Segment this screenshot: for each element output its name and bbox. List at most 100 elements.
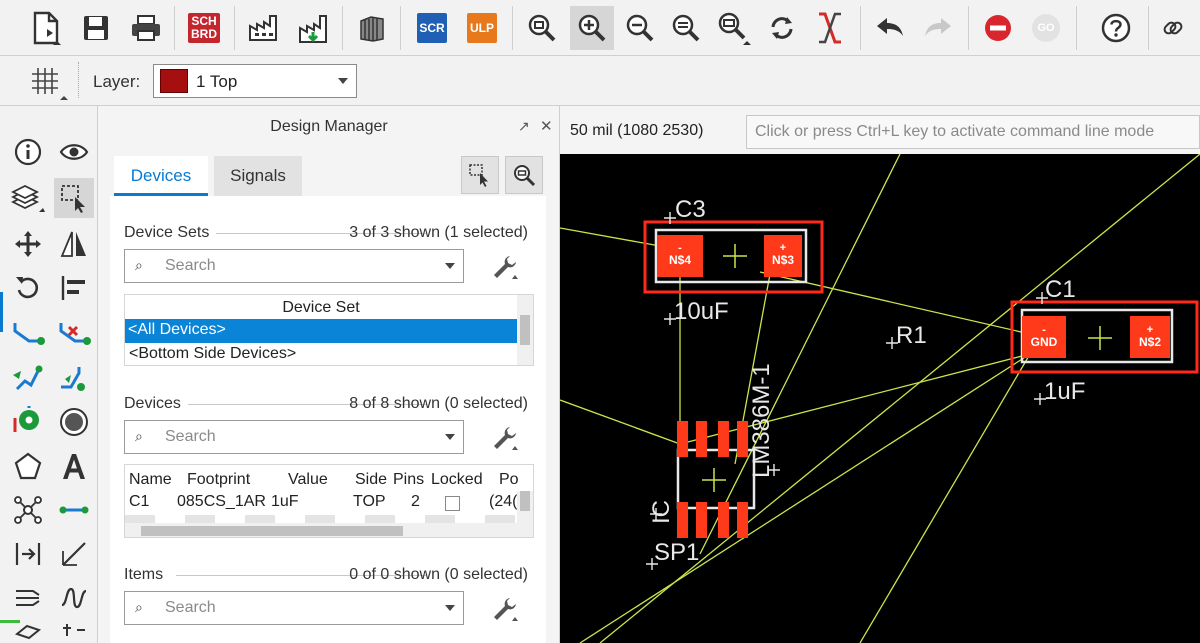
devices-search-input[interactable]: ⌕ Search	[124, 420, 464, 454]
column-footprint[interactable]: Footprint	[187, 471, 250, 489]
ic-outline	[676, 448, 756, 510]
tab-devices-label: Devices	[130, 166, 192, 185]
undock-icon[interactable]: ↗	[518, 118, 530, 135]
layer-color-swatch	[160, 69, 188, 93]
board-canvas[interactable]: C3 10uF - N$4 + N$3 C1 1uF - GND + N$2 R…	[560, 154, 1200, 643]
zoom-previous-icon[interactable]	[664, 6, 708, 50]
zoom-out-icon[interactable]	[618, 6, 662, 50]
fanout-icon[interactable]	[54, 358, 94, 398]
rotate-icon[interactable]	[8, 268, 48, 308]
redraw-icon[interactable]	[760, 6, 804, 50]
airwires	[560, 154, 1200, 643]
pad-net: GND	[1030, 335, 1058, 349]
undo-icon[interactable]	[868, 6, 912, 50]
column-name[interactable]: Name	[129, 471, 172, 489]
ratsnest-icon[interactable]	[808, 6, 852, 50]
library-icon[interactable]	[350, 6, 394, 50]
net-icon[interactable]	[8, 490, 48, 530]
link-icon[interactable]	[1162, 6, 1200, 50]
column-value[interactable]: Value	[288, 471, 328, 489]
column-side[interactable]: Side	[355, 471, 387, 489]
help-icon[interactable]	[1094, 6, 1138, 50]
select-in-canvas-button[interactable]	[461, 156, 499, 194]
c1-pad-left-label: - GND	[1022, 324, 1066, 348]
device-set-row-label: <All Devices>	[128, 321, 226, 338]
group-select-icon[interactable]	[54, 178, 94, 218]
column-position[interactable]: Po	[499, 471, 519, 489]
devices-table: Name Footprint Value Side Pins Locked Po…	[124, 464, 534, 538]
zoom-to-selection-button[interactable]	[505, 156, 543, 194]
stop-icon[interactable]	[976, 6, 1020, 50]
device-set-row-bottom[interactable]: <Bottom Side Devices>	[125, 343, 517, 365]
hole-icon[interactable]	[54, 402, 94, 442]
device-set-column-header[interactable]: Device Set	[125, 295, 517, 319]
sch-brd-switch-button[interactable]: SCH BRD	[182, 6, 226, 50]
cell-position: (24(	[489, 493, 518, 510]
manufacturing-icon[interactable]	[292, 6, 336, 50]
side-indicator	[0, 292, 3, 332]
meander-icon[interactable]	[8, 578, 48, 618]
tab-devices[interactable]: Devices	[114, 156, 208, 196]
items-search-input[interactable]: ⌕ Search	[124, 591, 464, 625]
device-set-row-all[interactable]: <All Devices>	[125, 319, 517, 343]
design-manager-header: Design Manager ↗ ✕	[98, 106, 560, 148]
info-icon[interactable]	[8, 132, 48, 172]
mirror-icon[interactable]	[54, 224, 94, 264]
ulp-button[interactable]: ULP	[460, 6, 504, 50]
zoom-select-icon	[514, 165, 536, 187]
cell-side: TOP	[353, 493, 386, 510]
wrench-icon[interactable]	[490, 595, 520, 623]
table-row[interactable]: C1 085CS_1AR 1uF TOP 2 (24(	[125, 491, 517, 515]
text-icon[interactable]	[54, 446, 94, 486]
column-pins[interactable]: Pins	[393, 471, 424, 489]
search-icon: ⌕	[135, 428, 143, 444]
select-pointer-icon	[469, 164, 488, 187]
go-button: GO	[1024, 6, 1068, 50]
save-icon[interactable]	[74, 6, 118, 50]
r1-name-label: R1	[896, 322, 927, 349]
devices-count: 8 of 8 shown (0 selected)	[349, 395, 528, 412]
wrench-icon[interactable]	[490, 424, 520, 452]
chevron-down-icon	[445, 434, 455, 440]
layers-icon[interactable]	[8, 178, 48, 218]
column-locked[interactable]: Locked	[431, 471, 483, 489]
devices-label: Devices	[124, 395, 181, 412]
grid-icon[interactable]	[30, 66, 68, 102]
close-icon[interactable]: ✕	[540, 117, 553, 135]
print-icon[interactable]	[124, 6, 168, 50]
zoom-fit-icon[interactable]	[520, 6, 564, 50]
devices-h-scrollbar[interactable]	[125, 523, 517, 537]
device-sets-scrollbar[interactable]	[517, 295, 533, 365]
wrench-icon[interactable]	[490, 253, 520, 281]
script-button[interactable]: SCR	[410, 6, 454, 50]
route-icon[interactable]	[8, 314, 48, 354]
new-file-icon[interactable]	[24, 6, 68, 50]
layer-label: Layer:	[93, 72, 141, 91]
dimension-icon[interactable]	[8, 620, 48, 642]
via-icon[interactable]	[8, 402, 48, 442]
device-sets-search-input[interactable]: ⌕ Search	[124, 249, 464, 283]
ic-name-label: IC	[648, 500, 675, 524]
layer-select[interactable]: 1 Top	[153, 64, 357, 98]
locked-checkbox[interactable]	[445, 496, 460, 511]
autoroute-icon[interactable]	[8, 358, 48, 398]
polygon-icon[interactable]	[8, 446, 48, 486]
ripup-icon[interactable]	[54, 314, 94, 354]
attribute-icon[interactable]	[54, 620, 94, 642]
cam-processor-icon[interactable]	[242, 6, 286, 50]
wire-icon[interactable]	[54, 490, 94, 530]
miter-icon[interactable]	[54, 534, 94, 574]
sine-meander-icon[interactable]	[54, 578, 94, 618]
tab-signals[interactable]: Signals	[214, 156, 302, 196]
devices-v-scrollbar[interactable]	[517, 491, 533, 537]
pad-net: N$4	[668, 253, 691, 267]
zoom-in-icon[interactable]	[570, 6, 614, 50]
eye-icon[interactable]	[54, 132, 94, 172]
align-icon[interactable]	[54, 268, 94, 308]
command-line-input[interactable]: Click or press Ctrl+L key to activate co…	[746, 115, 1200, 149]
move-icon[interactable]	[8, 224, 48, 264]
items-count: 0 of 0 shown (0 selected)	[349, 566, 528, 583]
zoom-select-icon[interactable]	[712, 6, 756, 50]
connect-icon[interactable]	[8, 534, 48, 574]
cell-value: 1uF	[271, 493, 299, 510]
